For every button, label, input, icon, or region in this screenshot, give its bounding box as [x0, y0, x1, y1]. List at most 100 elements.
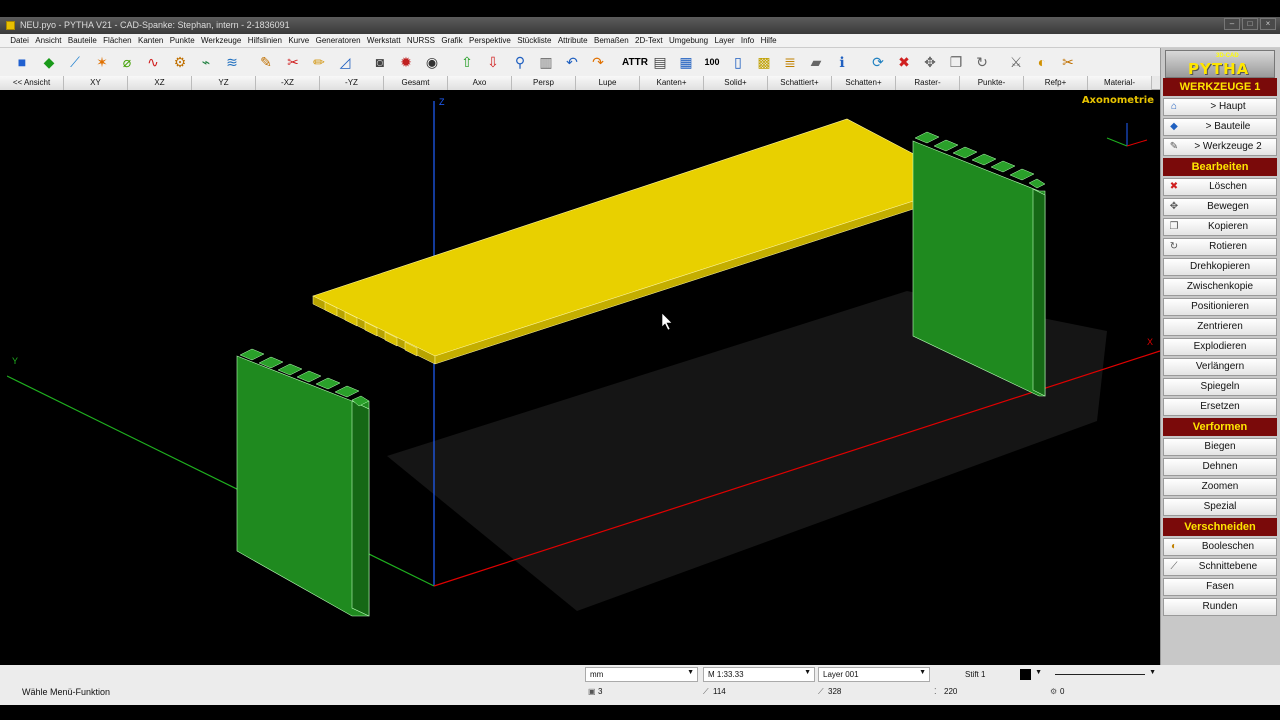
view-button[interactable]: Punkte- — [960, 76, 1024, 90]
camera-icon[interactable]: ◙ — [370, 52, 390, 72]
menu-item[interactable]: Stückliste — [514, 34, 555, 47]
minimize-button[interactable]: – — [1224, 18, 1240, 30]
drehkopieren-button[interactable]: Drehkopieren — [1163, 258, 1277, 276]
layer-select[interactable]: Layer 001 ▼ — [818, 667, 930, 682]
view-button[interactable]: Kanten+ — [640, 76, 704, 90]
spezial-button[interactable]: Spezial — [1163, 498, 1277, 516]
rotieren-button[interactable]: ↻ Rotieren — [1163, 238, 1277, 256]
menu-item[interactable]: Perspektive — [466, 34, 514, 47]
zentrieren-button[interactable]: Zentrieren — [1163, 318, 1277, 336]
points-icon[interactable]: ✶ — [92, 52, 112, 72]
menu-item[interactable]: Werkzeuge — [198, 34, 245, 47]
delete-toolbar-icon[interactable]: ✖ — [894, 52, 914, 72]
zwischenkopie-button[interactable]: Zwischenkopie — [1163, 278, 1277, 296]
cube-icon[interactable]: ■ — [12, 52, 32, 72]
view-button[interactable]: XY — [64, 76, 128, 90]
counter-icon[interactable]: 100 — [702, 52, 722, 72]
biegen-button[interactable]: Biegen — [1163, 438, 1277, 456]
pencil-icon[interactable]: ✏ — [309, 52, 329, 72]
arc-icon[interactable]: ⌀ — [117, 52, 137, 72]
menu-item[interactable]: Hilfslinien — [245, 34, 286, 47]
hatch-icon[interactable]: ▩ — [754, 52, 774, 72]
ersetzen-button[interactable]: Ersetzen — [1163, 398, 1277, 416]
menu-item[interactable]: Hilfe — [757, 34, 779, 47]
menu-item[interactable]: Layer — [711, 34, 737, 47]
menu-item[interactable]: Attribute — [555, 34, 591, 47]
table-icon[interactable]: ▦ — [676, 52, 696, 72]
undo-icon[interactable]: ↶ — [562, 52, 582, 72]
loeschen-button[interactable]: ✖ Löschen — [1163, 178, 1277, 196]
document-icon[interactable]: ▯ — [728, 52, 748, 72]
layers-icon[interactable]: ≣ — [780, 52, 800, 72]
material-icon[interactable]: ▰ — [806, 52, 826, 72]
copy-toolbar-icon[interactable]: ❐ — [946, 52, 966, 72]
cad-viewport[interactable]: Axonometrie Z Y X — [7, 91, 1160, 665]
info-icon[interactable]: ℹ — [832, 52, 852, 72]
menu-item[interactable]: Punkte — [167, 34, 198, 47]
menu-item[interactable]: Bauteile — [65, 34, 100, 47]
view-button[interactable]: YZ — [192, 76, 256, 90]
view-button[interactable]: Solid+ — [704, 76, 768, 90]
measure-icon[interactable]: ◿ — [335, 52, 355, 72]
unit-select[interactable]: mm ▼ — [585, 667, 698, 682]
menu-item[interactable]: Generatoren — [312, 34, 363, 47]
nav-haupt-button[interactable]: ⌂ > Haupt — [1163, 98, 1277, 116]
kopieren-button[interactable]: ❐ Kopieren — [1163, 218, 1277, 236]
view-button[interactable]: XZ — [128, 76, 192, 90]
runden-button[interactable]: Runden — [1163, 598, 1277, 616]
scale-select[interactable]: M 1:33.33 ▼ — [703, 667, 815, 682]
linetype-select[interactable]: ▼ — [1050, 667, 1160, 682]
view-button[interactable]: Persp — [512, 76, 576, 90]
view-button[interactable]: Raster- — [896, 76, 960, 90]
menu-item[interactable]: 2D-Text — [632, 34, 666, 47]
view-button[interactable]: << Ansicht — [0, 76, 64, 90]
import-icon[interactable]: ⇩ — [483, 52, 503, 72]
view-button[interactable]: Material- — [1088, 76, 1152, 90]
explodieren-button[interactable]: Explodieren — [1163, 338, 1277, 356]
rotate-toolbar-icon[interactable]: ↻ — [972, 52, 992, 72]
attach-icon[interactable]: ⚲ — [510, 52, 530, 72]
curve-icon[interactable]: ∿ — [143, 52, 163, 72]
boolean-toolbar-icon[interactable]: ◐ — [1032, 52, 1052, 72]
view-button[interactable]: Refp+ — [1024, 76, 1088, 90]
menu-item[interactable]: Werkstatt — [364, 34, 404, 47]
parts-list-icon[interactable]: ▤ — [650, 52, 670, 72]
view-button[interactable]: -YZ — [320, 76, 384, 90]
view-button[interactable]: Axo — [448, 76, 512, 90]
menu-item[interactable]: Kurve — [285, 34, 312, 47]
workshop-icon[interactable]: ⌁ — [196, 52, 216, 72]
verlaengern-button[interactable]: Verlängern — [1163, 358, 1277, 376]
positionieren-button[interactable]: Positionieren — [1163, 298, 1277, 316]
attribute-icon[interactable]: ATTR — [622, 52, 648, 72]
view-button[interactable]: Schattiert+ — [768, 76, 832, 90]
cut-tool-icon[interactable]: ✂ — [283, 52, 303, 72]
menu-item[interactable]: Ansicht — [32, 34, 65, 47]
plate-icon[interactable]: ◆ — [39, 52, 59, 72]
eye-icon[interactable]: ◉ — [422, 52, 442, 72]
booleschen-button[interactable]: ◐ Booleschen — [1163, 538, 1277, 556]
export-icon[interactable]: ⇧ — [457, 52, 477, 72]
menu-item[interactable]: Kanten — [135, 34, 167, 47]
generator-icon[interactable]: ⚙ — [170, 52, 190, 72]
nav-werkzeuge2-button[interactable]: ✎ > Werkzeuge 2 — [1163, 138, 1277, 156]
pen-color-swatch[interactable] — [1020, 669, 1031, 680]
view-button[interactable]: -XZ — [256, 76, 320, 90]
polyline-icon[interactable]: ⟋ — [65, 52, 85, 72]
move-toolbar-icon[interactable]: ✥ — [920, 52, 940, 72]
nurbs-icon[interactable]: ≋ — [222, 52, 242, 72]
view-button[interactable]: Gesamt — [384, 76, 448, 90]
render-icon[interactable]: ✹ — [396, 52, 416, 72]
spiegeln-button[interactable]: Spiegeln — [1163, 378, 1277, 396]
view-button[interactable]: Lupe — [576, 76, 640, 90]
knife-icon[interactable]: ⚔ — [1006, 52, 1026, 72]
menu-item[interactable]: Grafik — [438, 34, 466, 47]
maximize-button[interactable]: □ — [1242, 18, 1258, 30]
menu-item[interactable]: Umgebung — [666, 34, 712, 47]
fasen-button[interactable]: Fasen — [1163, 578, 1277, 596]
nav-bauteile-button[interactable]: ◆ > Bauteile — [1163, 118, 1277, 136]
redo-icon[interactable]: ↷ — [588, 52, 608, 72]
edit-tool-icon[interactable]: ✎ — [256, 52, 276, 72]
menu-item[interactable]: Flächen — [100, 34, 135, 47]
schnittebene-button[interactable]: ⟋ Schnittebene — [1163, 558, 1277, 576]
close-button[interactable]: × — [1260, 18, 1276, 30]
